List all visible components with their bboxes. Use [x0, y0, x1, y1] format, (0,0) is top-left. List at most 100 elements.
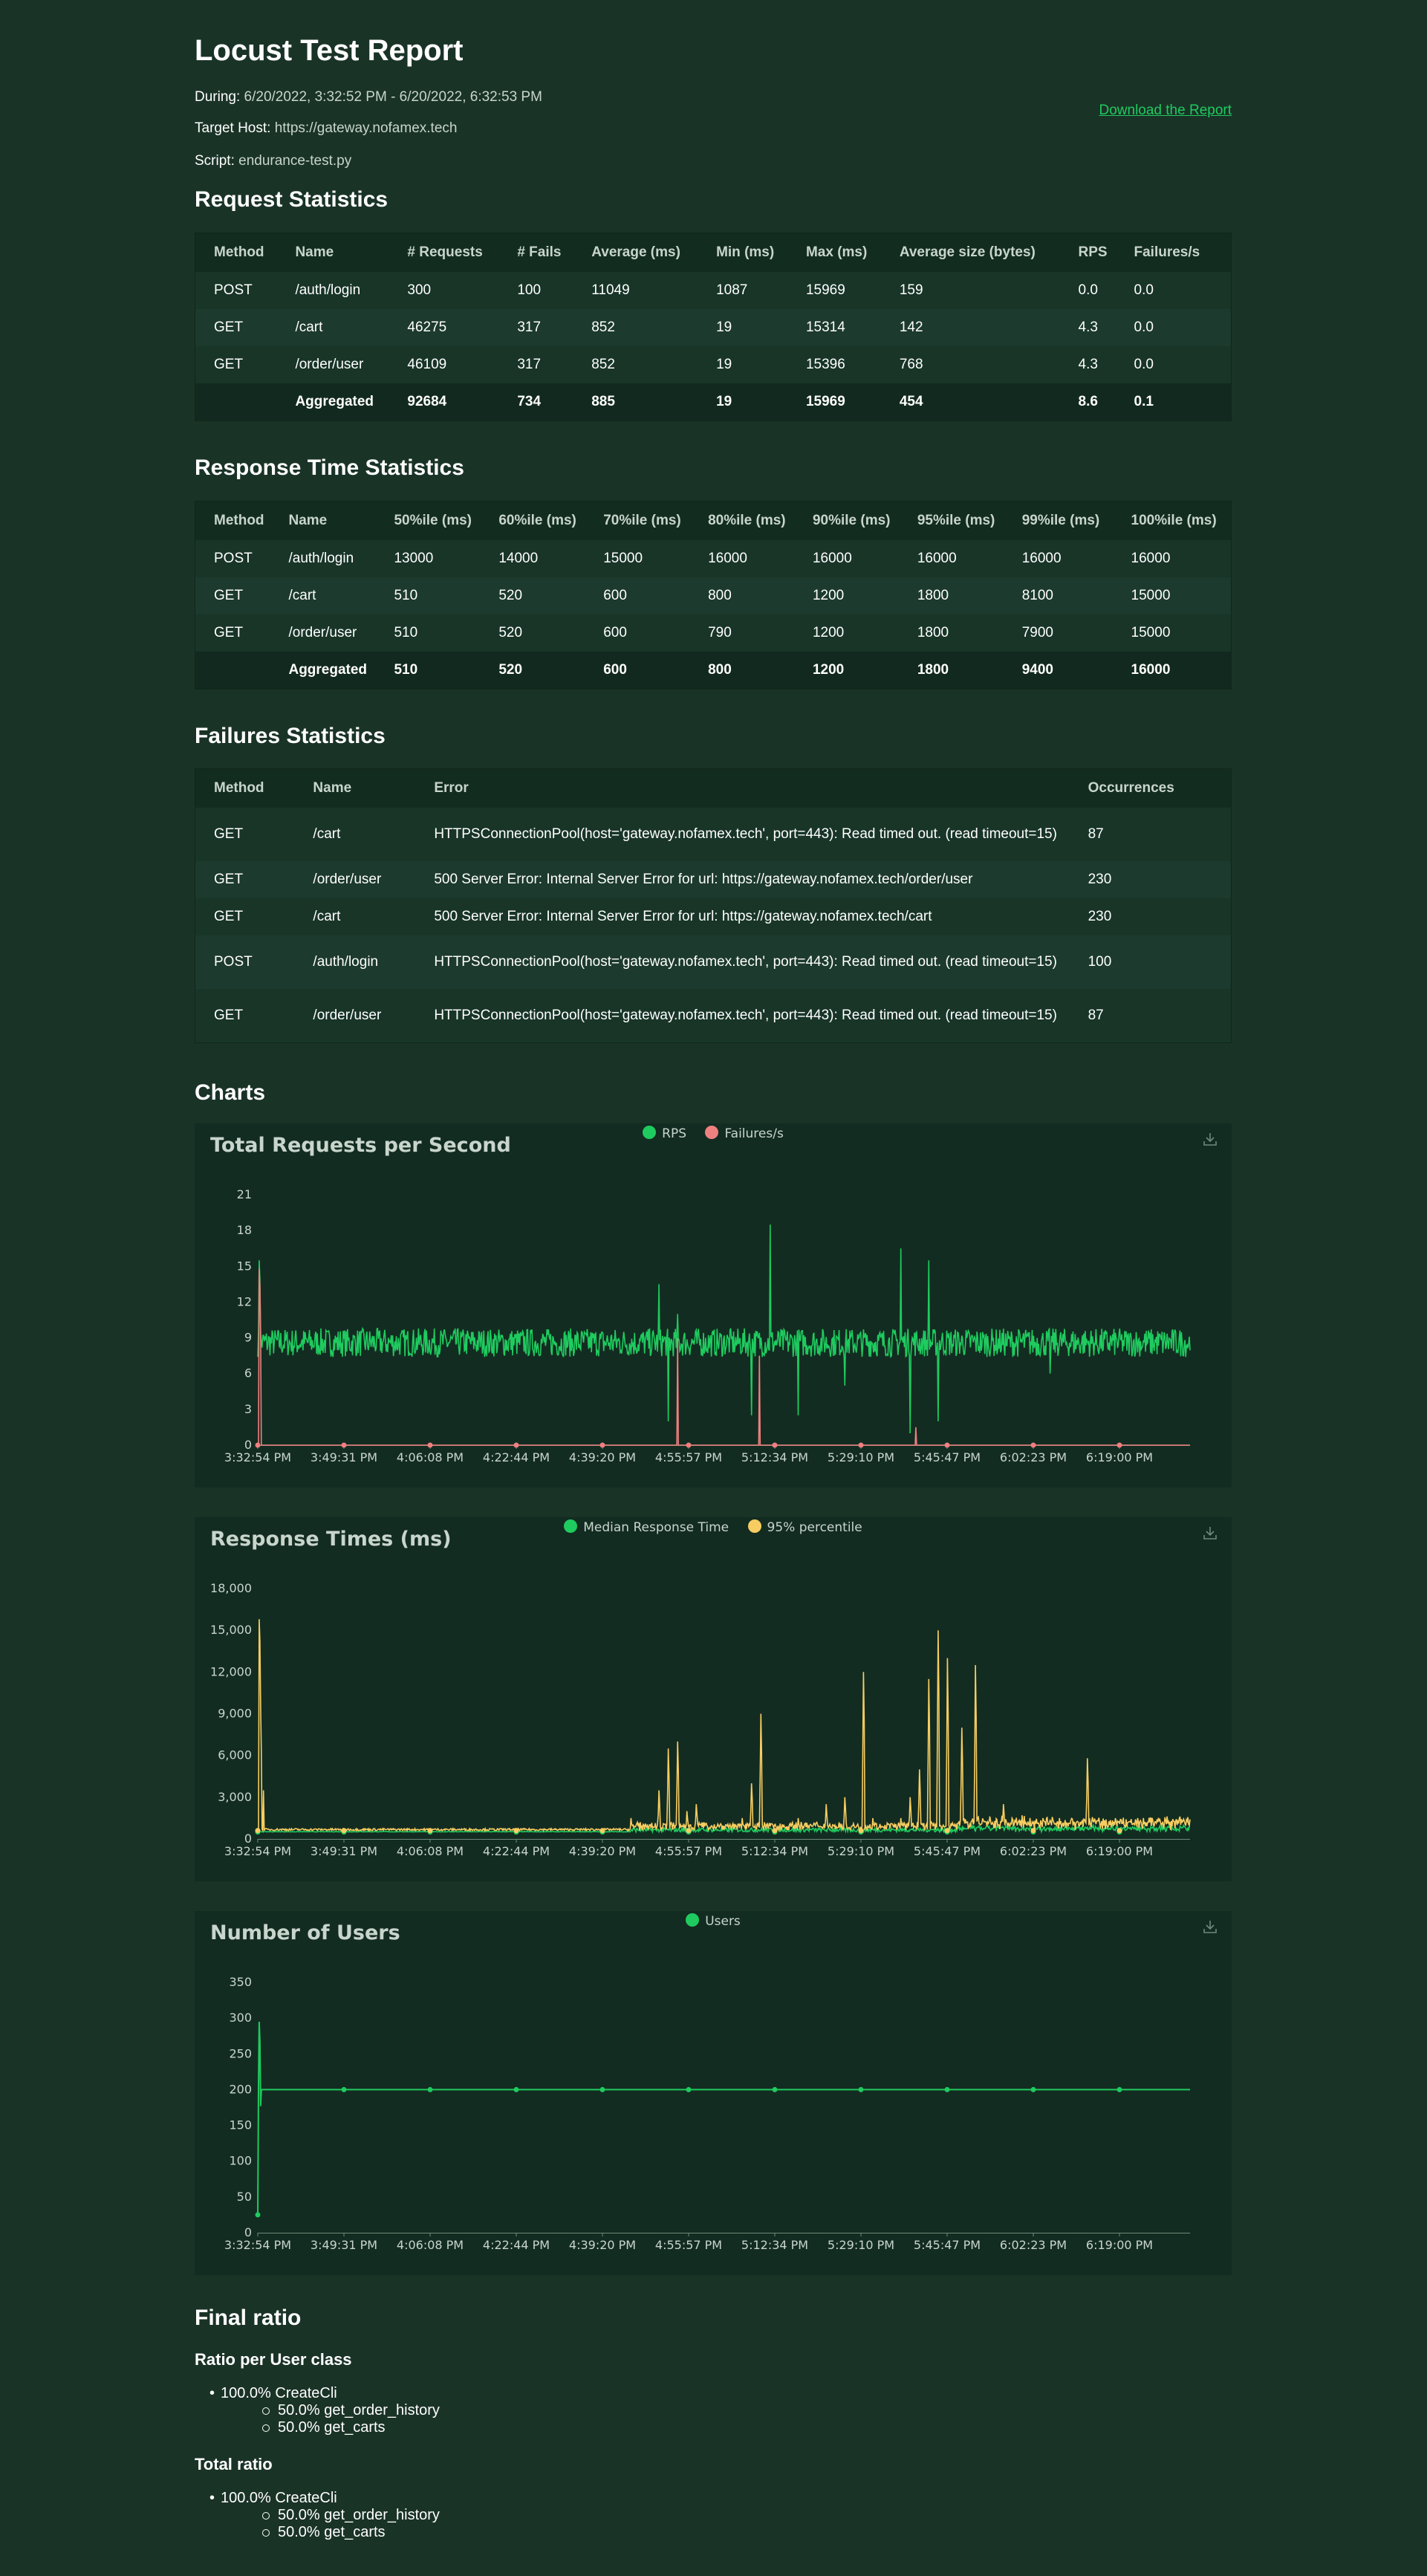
data-point[interactable]	[944, 1442, 950, 1448]
column-header: 70%ile (ms)	[603, 513, 681, 528]
table-cell: GET	[214, 1008, 244, 1023]
table-cell: /order/user	[313, 1008, 382, 1023]
table-cell: 16000	[917, 551, 957, 566]
data-point[interactable]	[513, 2086, 519, 2092]
table-cell: GET	[214, 826, 244, 842]
data-point[interactable]	[341, 1442, 347, 1448]
data-point[interactable]	[686, 1828, 692, 1834]
x-tick-label: 4:55:57 PM	[655, 1844, 722, 1858]
table-cell: 734	[517, 394, 542, 409]
table-cell: /cart	[313, 909, 341, 924]
x-tick-label: 5:29:10 PM	[828, 2238, 894, 2252]
column-header: 100%ile (ms)	[1131, 513, 1217, 528]
column-header: Failures/s	[1134, 244, 1200, 260]
x-tick-label: 6:02:23 PM	[1000, 2238, 1067, 2252]
data-point[interactable]	[1116, 2086, 1122, 2092]
column-header: Name	[288, 513, 328, 528]
table-cell: 520	[498, 625, 523, 640]
table-row: GET/cart HTTPSConnectionPool(host='gatewa…	[195, 808, 1232, 861]
y-tick-label: 21	[237, 1187, 252, 1201]
table-cell: /order/user	[288, 625, 357, 640]
y-tick-label: 3	[244, 1402, 252, 1416]
data-point[interactable]	[772, 1442, 778, 1448]
table-cell: /cart	[313, 826, 341, 842]
table-cell: 885	[591, 394, 615, 409]
download-report-link[interactable]: Download the Report	[1099, 103, 1232, 119]
data-point[interactable]	[858, 2086, 864, 2092]
table-cell: 300	[407, 282, 432, 298]
table-header-row: Method Name # Requests # Fails Average (ms) M…	[195, 233, 1232, 272]
data-point[interactable]	[944, 2086, 950, 2092]
column-header: 60%ile (ms)	[498, 513, 576, 528]
table-cell: 230	[1088, 909, 1112, 924]
series-line-95-percentile	[257, 1619, 1191, 1833]
x-tick-label: 6:19:00 PM	[1086, 2238, 1153, 2252]
y-tick-label: 150	[229, 2118, 252, 2132]
table-cell: 14000	[498, 551, 539, 566]
data-point[interactable]	[255, 1442, 261, 1448]
x-tick-label: 5:29:10 PM	[828, 1844, 894, 1858]
table-cell: GET	[214, 872, 244, 887]
table-cell: 510	[394, 625, 418, 640]
data-point[interactable]	[1116, 1442, 1122, 1448]
data-point[interactable]	[513, 1442, 519, 1448]
data-point[interactable]	[255, 2212, 261, 2218]
x-tick-label: 4:06:08 PM	[397, 1450, 464, 1464]
y-tick-label: 350	[229, 1975, 252, 1989]
table-cell: 8100	[1021, 588, 1053, 603]
data-point[interactable]	[341, 1828, 347, 1834]
y-tick-label: 12	[237, 1294, 252, 1308]
table-cell: 790	[708, 625, 732, 640]
data-point[interactable]	[427, 1442, 433, 1448]
data-point[interactable]	[1030, 1828, 1036, 1834]
data-point[interactable]	[599, 2086, 605, 2092]
data-point[interactable]	[1116, 1828, 1122, 1834]
y-tick-label: 18	[237, 1223, 252, 1237]
y-tick-label: 50	[237, 2190, 252, 2204]
table-cell: GET	[214, 319, 244, 335]
table-cell: /auth/login	[295, 282, 361, 298]
column-header: # Fails	[517, 244, 562, 260]
table-cell: 15396	[805, 357, 845, 372]
x-tick-label: 6:02:23 PM	[1000, 1844, 1067, 1858]
y-tick-label: 6	[244, 1366, 252, 1381]
column-header: Average size (bytes)	[899, 244, 1036, 260]
data-point[interactable]	[599, 1828, 605, 1834]
column-header: Error	[434, 780, 469, 796]
data-point[interactable]	[686, 1442, 692, 1448]
table-row: GET/cart 46275 317 852 19 15314 142 4.3 0.0	[195, 309, 1232, 346]
data-point[interactable]	[858, 1828, 864, 1834]
x-tick-label: 6:02:23 PM	[1000, 1450, 1067, 1464]
data-point[interactable]	[686, 2086, 692, 2092]
y-tick-label: 12,000	[210, 1664, 252, 1678]
data-point[interactable]	[427, 2086, 433, 2092]
column-header: Average (ms)	[591, 244, 680, 260]
charts-heading: Charts	[195, 1080, 266, 1105]
column-header: 99%ile (ms)	[1021, 513, 1100, 528]
data-point[interactable]	[772, 1828, 778, 1834]
failures-statistics-table: Method Name Error Occurrences GET/cart HTTPS…	[195, 768, 1232, 1043]
data-point[interactable]	[858, 1442, 864, 1448]
ratio-per-user-class-list: 100.0% CreateCli 50.0% get_order_history…	[195, 2385, 440, 2436]
data-point[interactable]	[255, 1828, 261, 1834]
data-point[interactable]	[772, 2086, 778, 2092]
data-point[interactable]	[513, 1828, 519, 1834]
data-point[interactable]	[1030, 1442, 1036, 1448]
table-cell: 16000	[708, 551, 747, 566]
script-label: Script:	[195, 153, 235, 169]
table-cell: 317	[517, 319, 542, 335]
table-cell	[195, 383, 277, 421]
table-cell: 4.3	[1078, 319, 1098, 335]
data-point[interactable]	[1030, 2086, 1036, 2092]
data-point[interactable]	[341, 2086, 347, 2092]
table-header-row: Method Name 50%ile (ms) 60%ile (ms) 70%ile (…	[195, 501, 1232, 540]
data-point[interactable]	[427, 1828, 433, 1834]
table-cell: 15969	[805, 394, 845, 409]
table-cell: 1800	[917, 662, 949, 678]
y-tick-label: 18,000	[210, 1581, 252, 1595]
table-cell: 87	[1088, 826, 1104, 842]
table-cell: 92684	[407, 394, 447, 409]
data-point[interactable]	[944, 1828, 950, 1834]
page-title: Locust Test Report	[195, 34, 464, 67]
data-point[interactable]	[599, 1442, 605, 1448]
